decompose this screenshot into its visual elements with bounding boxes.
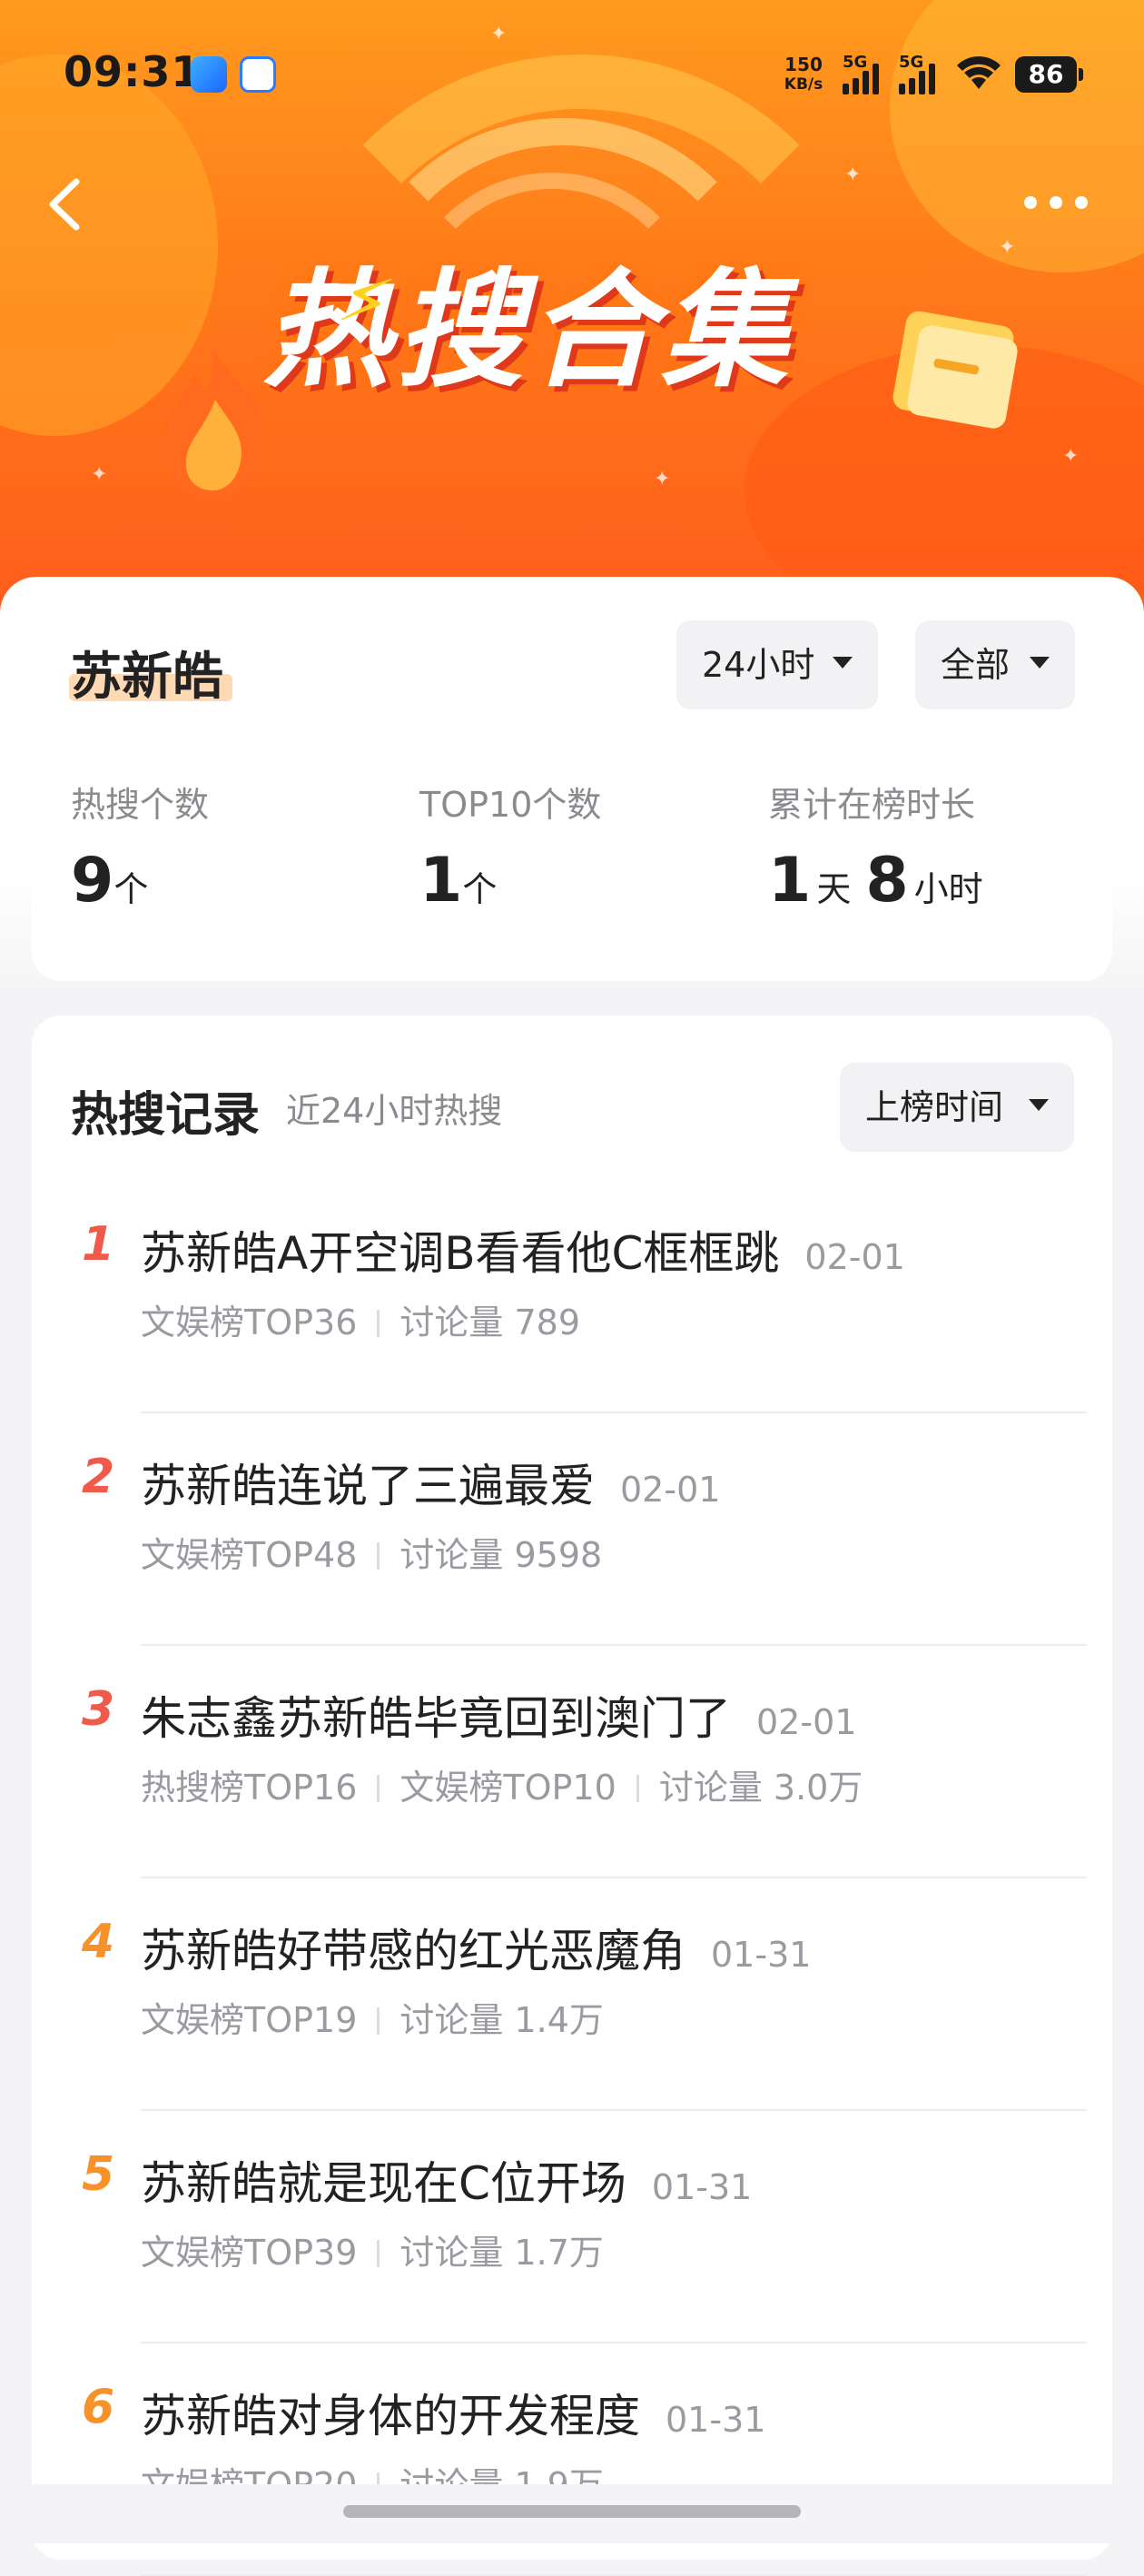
wifi-icon xyxy=(957,56,1001,89)
meta-separator xyxy=(377,2240,380,2267)
person-name: 苏新皓 xyxy=(71,648,223,707)
item-meta: 文娱榜TOP48 讨论量 9598 xyxy=(141,1527,602,1577)
meta-tag: 讨论量 1.4万 xyxy=(399,2000,604,2040)
records-subtitle: 近24小时热搜 xyxy=(286,1091,503,1131)
item-title: 苏新皓好带感的红光恶魔角 01-31 xyxy=(141,1915,811,1980)
meta-tag: 文娱榜TOP39 xyxy=(141,2233,358,2273)
stat-label-duration: 累计在榜时长 xyxy=(768,785,976,825)
status-bar: 09:31 150 KB/s 5G 5G 86 xyxy=(0,0,1144,145)
home-indicator[interactable] xyxy=(343,2505,801,2518)
cellular-signal-icon: 5G xyxy=(843,53,897,94)
meta-tag: 讨论量 3.0万 xyxy=(658,1768,863,1808)
battery-indicator: 86 xyxy=(1015,56,1083,93)
meta-tag: 讨论量 789 xyxy=(399,1303,581,1342)
item-title-text: 苏新皓连说了三遍最爱 xyxy=(141,1460,595,1512)
sort-dropdown[interactable]: 上榜时间 xyxy=(840,1063,1074,1152)
sparkle-icon: ✦ xyxy=(999,236,1016,259)
sparkle-icon: ✦ xyxy=(1062,445,1080,468)
list-item[interactable]: 3 朱志鑫苏新皓毕竟回到澳门了 02-01 热搜榜TOP16 文娱榜TOP10 讨论量 3… xyxy=(32,1646,1112,1878)
list-item[interactable]: 2 苏新皓连说了三遍最爱 02-01 文娱榜TOP48 讨论量 9598 xyxy=(32,1413,1112,1646)
meta-tag: 文娱榜TOP19 xyxy=(141,2000,358,2040)
item-title-text: 苏新皓好带感的红光恶魔角 xyxy=(141,1925,685,1977)
meta-separator xyxy=(377,1775,380,1802)
meta-tag: 文娱榜TOP10 xyxy=(399,1768,616,1808)
header-banner: ✦ ✦ ✦ ✦ ✦ ✦ 热搜合集 ⚡ 09:31 150 KB/s 5G 5G xyxy=(0,0,1144,618)
stat-label-top10-count: TOP10个数 xyxy=(419,785,602,825)
item-date: 01-31 xyxy=(651,2167,753,2207)
rank-number: 1 xyxy=(82,1217,115,1272)
stat-label-hot-count: 热搜个数 xyxy=(71,785,210,825)
meta-separator xyxy=(377,1310,380,1337)
list-item[interactable]: 5 苏新皓就是现在C位开场 01-31 文娱榜TOP39 讨论量 1.7万 xyxy=(32,2111,1112,2343)
item-title: 朱志鑫苏新皓毕竟回到澳门了 02-01 xyxy=(141,1682,856,1748)
more-options-icon[interactable] xyxy=(1015,180,1097,225)
rank-number: 3 xyxy=(82,1682,115,1737)
rank-number: 5 xyxy=(82,2147,115,2202)
rank-number: 6 xyxy=(82,2380,115,2434)
item-date: 01-31 xyxy=(711,1935,812,1975)
item-date: 02-01 xyxy=(804,1237,905,1277)
item-title: 苏新皓就是现在C位开场 01-31 xyxy=(141,2147,752,2213)
item-title-text: 朱志鑫苏新皓毕竟回到澳门了 xyxy=(141,1692,731,1745)
rank-number: 2 xyxy=(82,1450,115,1504)
app-notification-icon xyxy=(240,56,276,93)
records-title: 热搜记录 xyxy=(71,1088,261,1143)
network-speed: 150 KB/s xyxy=(784,54,823,94)
item-date: 02-01 xyxy=(756,1702,857,1742)
sparkle-icon: ✦ xyxy=(844,163,862,186)
caret-down-icon xyxy=(1029,1099,1049,1111)
item-title: 苏新皓对身体的开发程度 01-31 xyxy=(141,2380,765,2445)
cellular-signal-icon: 5G xyxy=(899,53,953,94)
item-meta: 热搜榜TOP16 文娱榜TOP10 讨论量 3.0万 xyxy=(141,1759,863,1809)
item-title: 苏新皓连说了三遍最爱 02-01 xyxy=(141,1450,720,1515)
time-filter-dropdown[interactable]: 24小时 xyxy=(676,620,878,709)
item-meta: 文娱榜TOP39 讨论量 1.7万 xyxy=(141,2224,604,2274)
meta-tag: 文娱榜TOP36 xyxy=(141,1303,358,1342)
meta-tag: 文娱榜TOP48 xyxy=(141,1535,358,1575)
rank-number: 4 xyxy=(82,1915,115,1969)
list-item[interactable]: 1 苏新皓A开空调B看看他C框框跳 02-01 文娱榜TOP36 讨论量 789 xyxy=(32,1181,1112,1413)
item-title: 苏新皓A开空调B看看他C框框跳 02-01 xyxy=(141,1217,905,1283)
meta-tag: 讨论量 1.7万 xyxy=(399,2233,604,2273)
meta-tag: 讨论量 9598 xyxy=(399,1535,603,1575)
item-title-text: 苏新皓就是现在C位开场 xyxy=(141,2157,626,2210)
sparkle-icon: ✦ xyxy=(91,463,108,486)
list-item[interactable]: 4 苏新皓好带感的红光恶魔角 01-31 文娱榜TOP19 讨论量 1.4万 xyxy=(32,1878,1112,2111)
item-meta: 文娱榜TOP36 讨论量 789 xyxy=(141,1294,580,1344)
caret-down-icon xyxy=(1030,657,1050,669)
sparkle-icon: ✦ xyxy=(654,468,671,490)
back-icon[interactable] xyxy=(36,163,100,245)
item-title-text: 苏新皓对身体的开发程度 xyxy=(141,2390,640,2442)
folder-icon xyxy=(893,311,1018,429)
status-time: 09:31 xyxy=(64,47,202,96)
meta-tag: 热搜榜TOP16 xyxy=(141,1768,358,1808)
caret-down-icon xyxy=(833,657,853,669)
item-date: 01-31 xyxy=(666,2400,766,2440)
stat-value-top10-count: 1个 xyxy=(419,845,498,916)
stat-value-duration: 1 天 8 小时 xyxy=(768,845,983,916)
type-filter-dropdown[interactable]: 全部 xyxy=(915,620,1075,709)
app-notification-icon xyxy=(191,56,227,93)
item-title-text: 苏新皓A开空调B看看他C框框跳 xyxy=(141,1227,780,1280)
stat-value-hot-count: 9个 xyxy=(71,845,149,916)
item-date: 02-01 xyxy=(620,1470,721,1510)
meta-separator xyxy=(636,1775,639,1802)
meta-separator xyxy=(377,1542,380,1570)
flame-icon xyxy=(161,350,264,498)
item-meta: 文娱榜TOP19 讨论量 1.4万 xyxy=(141,1992,604,2042)
meta-separator xyxy=(377,2007,380,2035)
